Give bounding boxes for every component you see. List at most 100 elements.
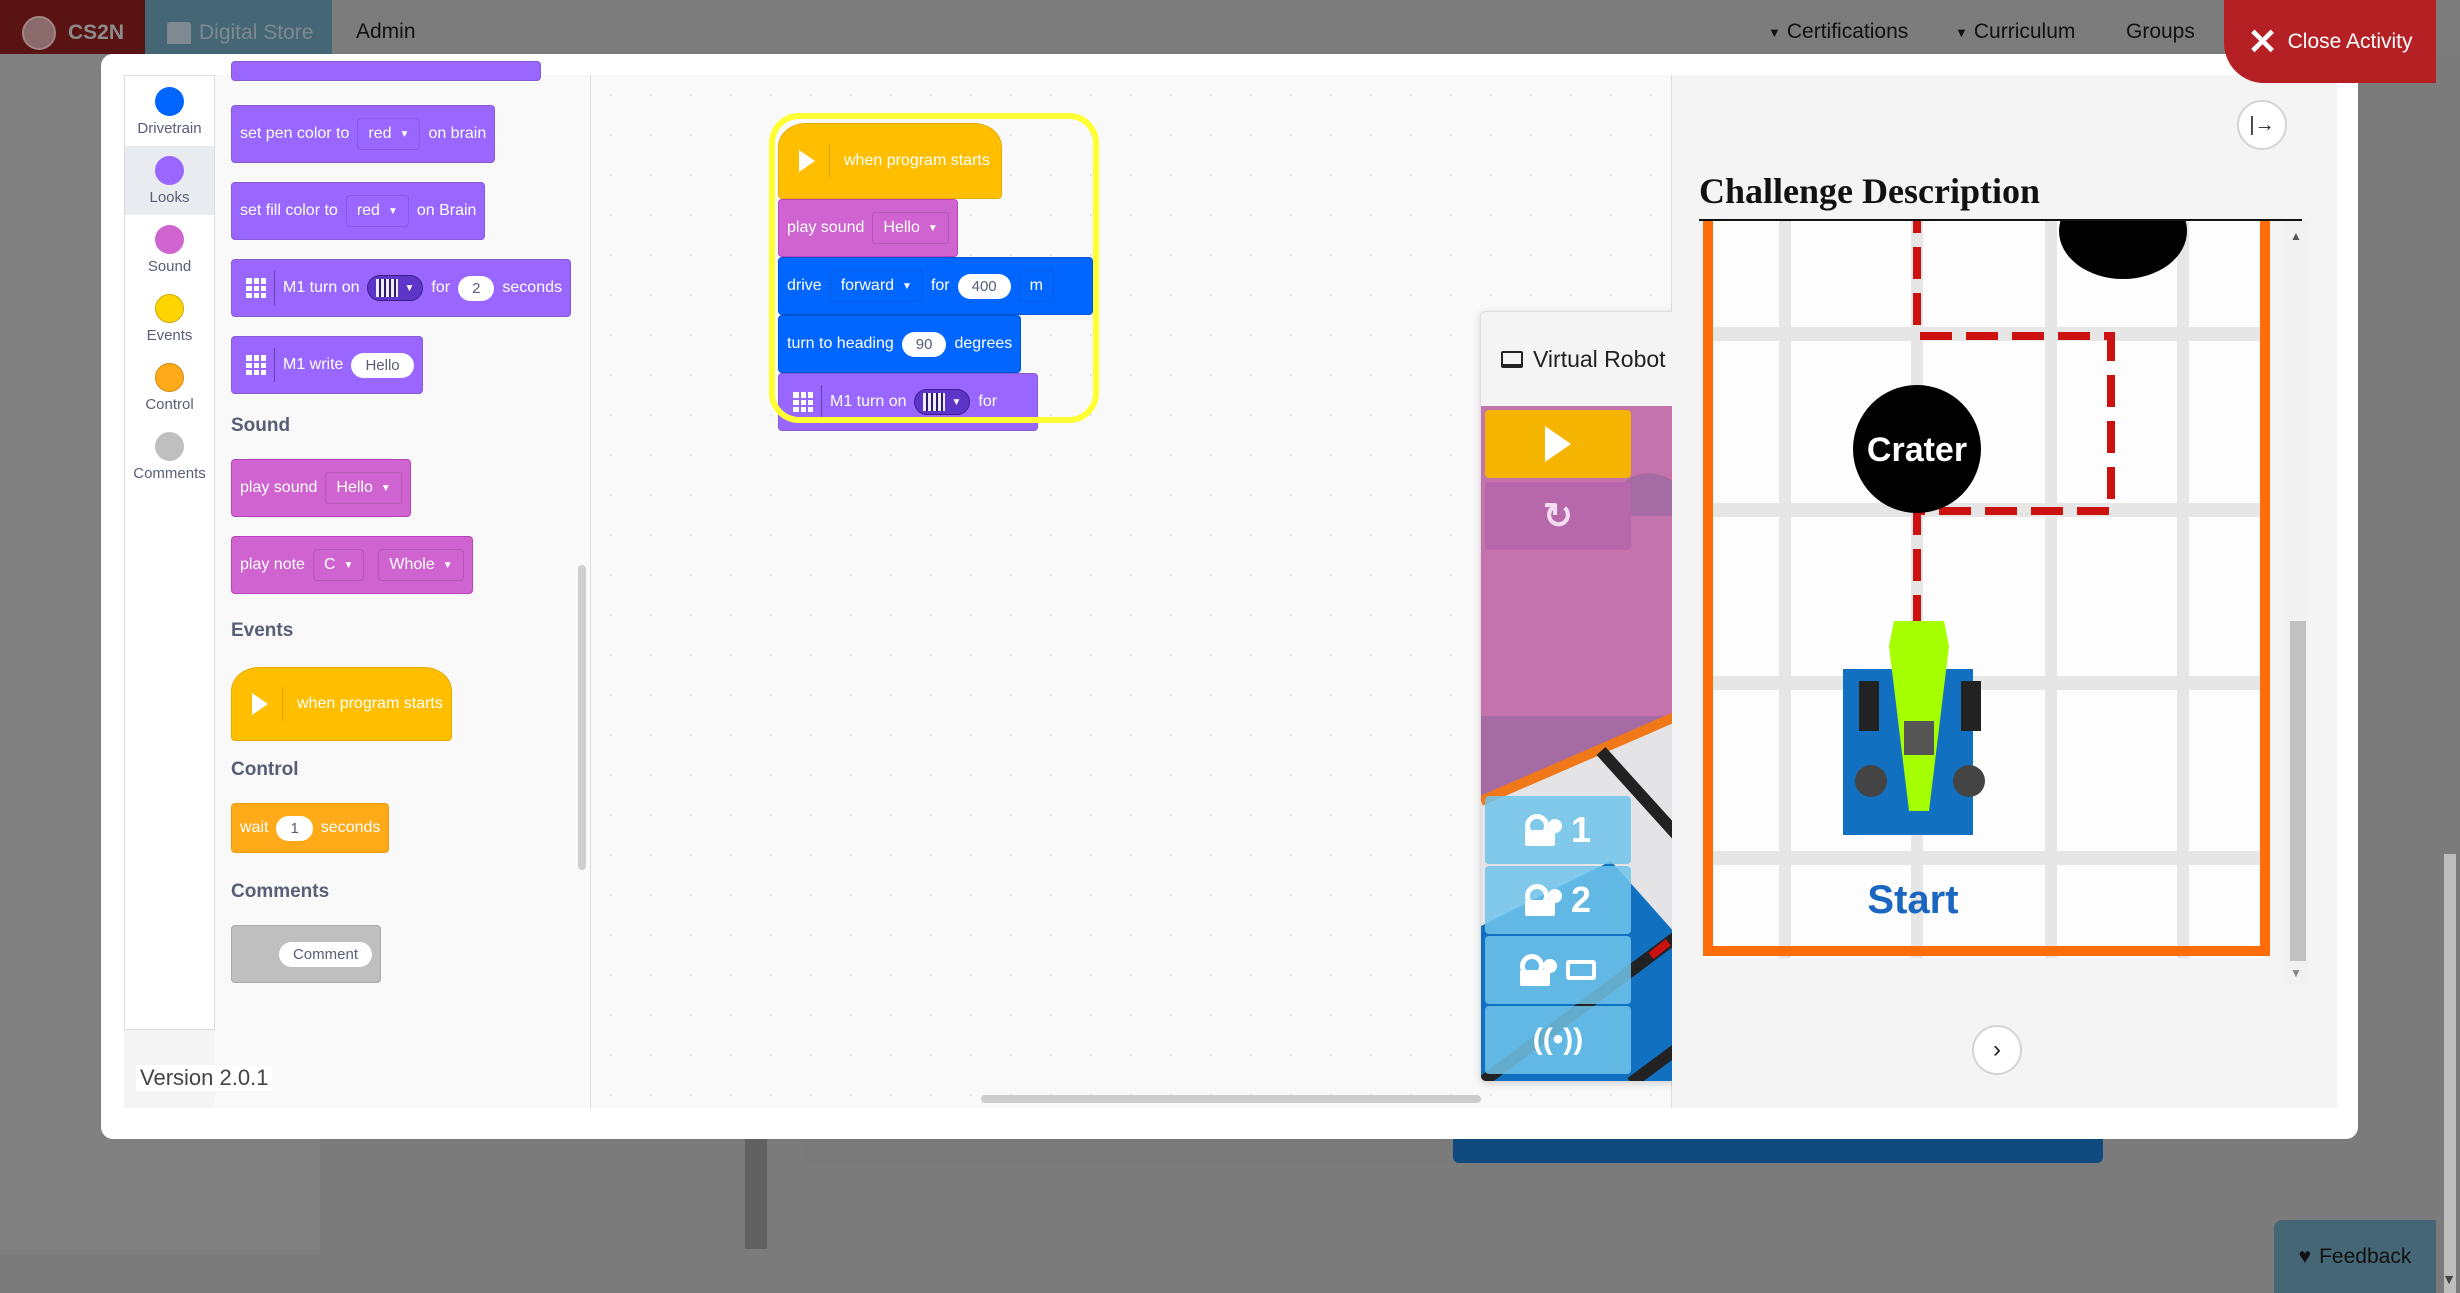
heart-icon: ♥	[2298, 1244, 2312, 1268]
category-comments[interactable]: Comments	[125, 422, 214, 491]
university-seal-icon	[22, 16, 56, 50]
workspace-horizontal-scrollbar[interactable]	[981, 1095, 1481, 1103]
camera-screen-button[interactable]	[1485, 936, 1631, 1004]
block-m1-turn-on[interactable]: M1 turn on ▼ for 2 seconds	[231, 259, 571, 317]
matrix-pattern-dropdown[interactable]: ▼	[367, 275, 424, 301]
sim-play-button[interactable]	[1485, 410, 1631, 478]
page-scrollbar[interactable]	[2440, 54, 2460, 1293]
category-events[interactable]: Events	[125, 284, 214, 353]
nav-groups-label: Groups	[2126, 20, 2195, 43]
category-control[interactable]: Control	[125, 353, 214, 422]
play-icon	[799, 150, 815, 172]
sound-dot-icon	[155, 224, 184, 254]
block-text: set fill color to	[240, 202, 338, 219]
sensor-broadcast-button[interactable]: ((•))	[1485, 1006, 1631, 1074]
challenge-title: Challenge Description	[1699, 171, 2040, 211]
block-text: M1 turn on	[283, 279, 360, 296]
separator	[821, 385, 822, 419]
category-label: Comments	[133, 464, 206, 482]
block-partial-looks[interactable]	[231, 61, 541, 81]
version-label: Version 2.0.1	[136, 1065, 273, 1091]
next-page-button[interactable]: ›	[1972, 1025, 2022, 1075]
ws-block-when-program-starts[interactable]: when program starts	[778, 123, 1002, 199]
dropdown-value: Hello	[883, 219, 920, 236]
category-label: Sound	[147, 257, 192, 275]
play-icon	[252, 693, 268, 715]
direction-dropdown[interactable]: forward ▼	[829, 270, 923, 302]
block-set-pen-color[interactable]: set pen color to red ▼ on brain	[231, 105, 496, 163]
write-text-input[interactable]: Hello	[351, 352, 414, 378]
seconds-input[interactable]: 2	[458, 275, 495, 301]
block-text: for	[431, 279, 451, 296]
caret-down-icon: ▼	[1768, 24, 1781, 40]
camera-1-button[interactable]: 1	[1485, 796, 1631, 864]
block-text: M1 write	[283, 356, 344, 373]
code-workspace[interactable]: when program starts play sound Hello ▼ dr…	[591, 75, 2211, 1108]
feedback-button[interactable]: ♥ Feedback	[2274, 1220, 2436, 1293]
scroll-down-arrow-icon[interactable]: ▼	[2290, 966, 2302, 980]
broadcast-icon: ((•))	[1532, 1023, 1584, 1056]
camera-icon	[1524, 884, 1565, 916]
challenge-scrollbar[interactable]: ▲ ▼	[2284, 221, 2308, 984]
collapse-panel-button[interactable]: |→	[2237, 100, 2287, 150]
block-set-fill-color[interactable]: set fill color to red ▼ on Brain	[231, 182, 486, 240]
feedback-label: Feedback	[2319, 1244, 2412, 1268]
fill-color-dropdown[interactable]: red ▼	[345, 195, 409, 227]
led-matrix-icon	[793, 392, 813, 412]
heading-input[interactable]: 90	[901, 331, 947, 357]
close-activity-button[interactable]: ✕ Close Activity	[2224, 0, 2436, 83]
category-looks[interactable]: Looks	[125, 146, 214, 215]
note-dropdown[interactable]: C ▼	[312, 549, 365, 581]
ws-block-drive[interactable]: drive forward ▼ for 400 m	[778, 257, 1093, 315]
block-play-sound[interactable]: play sound Hello ▼	[231, 459, 411, 517]
camera-2-button[interactable]: 2	[1485, 866, 1631, 934]
block-text: drive	[787, 277, 822, 294]
led-matrix-icon	[246, 355, 266, 375]
page-scroll-thumb[interactable]	[2444, 854, 2456, 1293]
nav-groups[interactable]: Groups	[2126, 20, 2195, 44]
screen-icon	[1566, 960, 1596, 980]
ws-block-m1-turn-on[interactable]: M1 turn on ▼ for	[778, 373, 1038, 431]
duration-dropdown[interactable]: Whole ▼	[378, 549, 464, 581]
caret-down-icon: ▼	[902, 280, 912, 292]
ws-block-play-sound[interactable]: play sound Hello ▼	[778, 199, 958, 257]
comment-input[interactable]: Comment	[278, 941, 372, 967]
sound-dropdown[interactable]: Hello ▼	[872, 212, 949, 244]
category-label: Drivetrain	[137, 119, 202, 137]
category-label: Control	[145, 395, 194, 413]
block-text: degrees	[954, 335, 1013, 352]
block-wait[interactable]: wait 1 seconds	[231, 803, 390, 853]
flyout-scrollbar[interactable]	[578, 565, 586, 870]
block-m1-write[interactable]: M1 write Hello	[231, 336, 423, 394]
caret-down-icon: ▼	[399, 128, 410, 140]
nav-certifications[interactable]: ▼ Certifications	[1768, 20, 1908, 44]
unit-dropdown[interactable]: m	[1018, 270, 1054, 302]
scroll-up-arrow-icon[interactable]: ▲	[2290, 229, 2302, 243]
matrix-pattern-icon	[376, 279, 399, 297]
sound-dropdown[interactable]: Hello ▼	[325, 472, 402, 504]
wait-seconds-input[interactable]: 1	[276, 815, 313, 841]
pen-color-dropdown[interactable]: red ▼	[357, 118, 421, 150]
block-play-note[interactable]: play note C ▼ Whole ▼	[231, 536, 473, 594]
nav-admin[interactable]: Admin	[356, 20, 416, 44]
block-text: on brain	[428, 125, 487, 142]
matrix-pattern-dropdown[interactable]: ▼	[914, 389, 971, 415]
dropdown-value: red	[356, 202, 380, 219]
scroll-down-arrow-icon[interactable]: ▼	[2442, 1271, 2456, 1287]
sim-reset-button[interactable]: ↻	[1485, 482, 1631, 550]
nav-curriculum[interactable]: ▼ Curriculum	[1955, 20, 2075, 44]
block-text: set pen color to	[240, 125, 350, 142]
distance-input[interactable]: 400	[957, 273, 1011, 299]
category-drivetrain[interactable]: Drivetrain	[125, 77, 214, 146]
challenge-image-viewport[interactable]: Crater Start	[1699, 221, 2307, 984]
block-text: when program starts	[844, 152, 990, 169]
category-sound[interactable]: Sound	[125, 215, 214, 284]
ws-block-turn-to-heading[interactable]: turn to heading 90 degrees	[778, 315, 1022, 373]
nav-store-label: Digital Store	[199, 21, 314, 44]
comments-dot-icon	[155, 431, 184, 461]
block-text: seconds	[502, 279, 562, 296]
challenge-scroll-thumb[interactable]	[2290, 621, 2306, 961]
block-text: on Brain	[416, 202, 477, 219]
block-when-program-starts[interactable]: when program starts	[231, 667, 452, 741]
block-comment[interactable]: Comment	[231, 925, 381, 983]
